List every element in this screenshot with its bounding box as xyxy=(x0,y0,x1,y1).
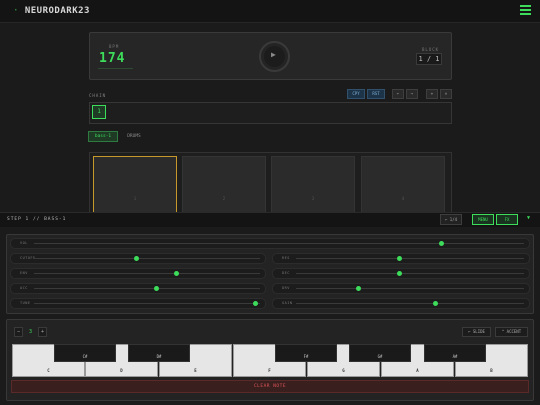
tab-drums[interactable]: DRUMS xyxy=(122,131,146,142)
chain-copy-button[interactable]: CPY xyxy=(347,89,365,99)
chain-item[interactable]: 1 xyxy=(92,105,106,119)
piano-key-c-sharp[interactable] xyxy=(54,344,116,362)
slide-toggle[interactable]: ← SLIDE xyxy=(462,327,491,337)
black-key-label: G# xyxy=(377,354,383,359)
accent-toggle[interactable]: ^ ACCENT xyxy=(495,327,528,337)
param-tune-slider-track[interactable] xyxy=(34,303,260,304)
block-value[interactable]: 1 / 1 xyxy=(416,53,442,65)
play-icon[interactable]: ▶ xyxy=(271,50,276,59)
white-key-label: A xyxy=(416,368,419,373)
octave-up-button[interactable]: + xyxy=(38,327,47,337)
param-gain-label: GAIN xyxy=(282,301,293,305)
vol-slider-knob[interactable] xyxy=(438,241,444,246)
pad-4[interactable] xyxy=(361,156,445,213)
white-key-label: B xyxy=(490,368,493,373)
piano-key-d-sharp[interactable] xyxy=(128,344,190,362)
chain-move-left-button[interactable]: ← xyxy=(392,89,404,99)
pad-label: 4 xyxy=(401,196,405,201)
hamburger-menu-icon[interactable] xyxy=(520,5,531,15)
pad-1[interactable] xyxy=(93,156,177,213)
param-dec-slider-track[interactable] xyxy=(296,273,524,274)
vol-slider-track[interactable] xyxy=(34,243,524,244)
param-tune-label: TUNE xyxy=(20,301,31,305)
pad-label: 2 xyxy=(222,196,226,201)
pad-label: 1 xyxy=(133,196,137,201)
clear-note-button[interactable]: CLEAR NOTE xyxy=(11,380,529,393)
param-res-slider-track[interactable] xyxy=(296,258,524,259)
param-dec-slider-knob[interactable] xyxy=(396,271,402,276)
piano-key-a-sharp[interactable] xyxy=(424,344,486,362)
tab-bass-1[interactable]: bass-1 xyxy=(88,131,118,142)
step-title: STEP 1 // BASS-1 xyxy=(7,217,67,222)
vol-label: VOL xyxy=(20,241,28,245)
param-cutoff-slider-knob[interactable] xyxy=(133,256,139,261)
param-drv-label: DRV xyxy=(282,286,290,290)
white-key-label: D xyxy=(120,368,123,373)
app-title-text: NEURODARK23 xyxy=(24,6,90,16)
bpm-label: BPM xyxy=(109,44,120,49)
chain-move-right-button[interactable]: → xyxy=(406,89,418,99)
octave-down-button[interactable]: − xyxy=(14,327,23,337)
status-led-icon: · xyxy=(13,6,19,16)
bpm-value[interactable]: 174 xyxy=(99,51,125,66)
pad-3[interactable] xyxy=(271,156,355,213)
param-drv-slider-track[interactable] xyxy=(296,288,524,289)
chain-reset-button[interactable]: RST xyxy=(367,89,385,99)
app-title: · NEURODARK23 xyxy=(13,6,90,16)
param-gain-slider-track[interactable] xyxy=(296,303,524,304)
param-res-label: RES xyxy=(282,256,290,260)
fx-button[interactable]: FX xyxy=(496,214,518,225)
menu-button[interactable]: MENU xyxy=(472,214,494,225)
param-dec-label: DEC xyxy=(282,271,290,275)
collapse-caret-icon[interactable]: ▼ xyxy=(527,215,530,221)
param-acc-label: ACC xyxy=(20,286,28,290)
chain-remove-button[interactable]: × xyxy=(440,89,452,99)
pad-2[interactable] xyxy=(182,156,266,213)
param-res-slider-knob[interactable] xyxy=(396,256,402,261)
param-acc-slider-track[interactable] xyxy=(34,288,260,289)
black-key-label: D# xyxy=(156,354,162,359)
param-env-slider-track[interactable] xyxy=(34,273,260,274)
chain-add-button[interactable]: + xyxy=(426,89,438,99)
bpm-underline xyxy=(98,68,133,69)
param-drv-slider-knob[interactable] xyxy=(355,286,361,291)
chain-label: CHAIN xyxy=(89,93,107,98)
white-key-label: G xyxy=(342,368,345,373)
octave-value: 3 xyxy=(28,329,32,335)
black-key-label: A# xyxy=(452,354,458,359)
piano-key-f-sharp[interactable] xyxy=(275,344,337,362)
piano-key-g-sharp[interactable] xyxy=(349,344,411,362)
chain-sequence xyxy=(89,102,452,124)
white-key-label: F xyxy=(268,368,271,373)
black-key-label: F# xyxy=(303,354,309,359)
white-key-label: C xyxy=(47,368,50,373)
white-key-label: E xyxy=(194,368,197,373)
block-label: BLOCK xyxy=(422,47,440,52)
param-cutoff-slider-track[interactable] xyxy=(34,258,260,259)
param-env-label: ENV xyxy=(20,271,28,275)
step-back-button[interactable]: ← 1/4 xyxy=(440,214,462,225)
black-key-label: C# xyxy=(82,354,88,359)
pad-label: 3 xyxy=(311,196,315,201)
param-acc-slider-knob[interactable] xyxy=(154,286,160,291)
